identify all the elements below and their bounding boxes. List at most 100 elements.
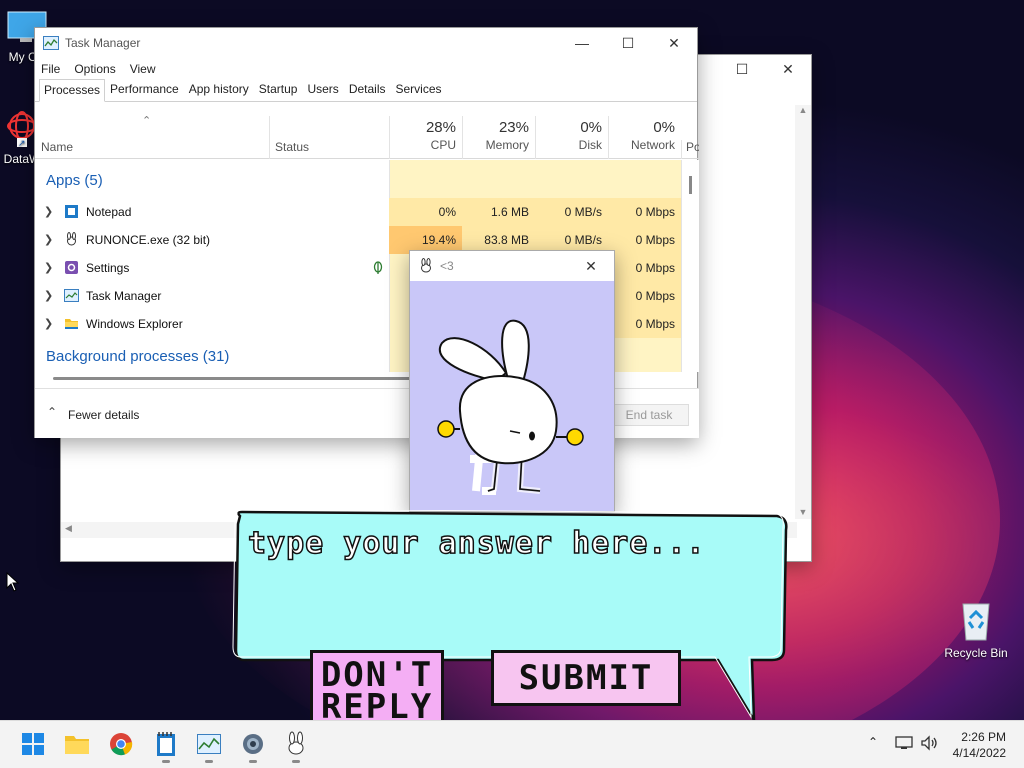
network-cell: 0 Mbps [608, 198, 681, 226]
taskbar-notepad[interactable] [153, 731, 179, 763]
chevron-right-icon[interactable]: ❯ [44, 261, 53, 274]
column-power[interactable]: Po [681, 140, 699, 159]
network-cell: 0 Mbps [608, 254, 681, 282]
column-memory[interactable]: 23% Memory [462, 116, 535, 159]
chevron-right-icon[interactable]: ❯ [44, 317, 53, 330]
task-manager-icon [197, 734, 221, 754]
bunny-icon [288, 731, 304, 755]
column-network[interactable]: 0% Network [608, 116, 681, 159]
recycle-bin-icon [962, 603, 990, 641]
answer-input[interactable]: type your answer here... [247, 525, 705, 562]
network-icon[interactable] [895, 735, 913, 751]
start-icon [22, 733, 44, 755]
vertical-scrollbar[interactable]: ▲ ▼ [795, 105, 811, 519]
notepad-icon [65, 205, 78, 218]
taskbar-file-explorer[interactable] [64, 731, 90, 757]
network-total: 0% [653, 119, 675, 136]
minimize-icon[interactable]: — [559, 28, 605, 58]
mouse-cursor-icon [6, 572, 20, 592]
process-name: Windows Explorer [86, 317, 183, 331]
maximize-icon[interactable]: ☐ [605, 28, 651, 58]
chevron-right-icon[interactable]: ❯ [44, 205, 53, 218]
end-task-button[interactable]: End task [609, 404, 689, 426]
process-name: Notepad [86, 205, 132, 219]
disk-cell: 0 MB/s [535, 198, 608, 226]
column-status[interactable]: Status [275, 140, 309, 154]
column-name[interactable]: Name [41, 140, 73, 154]
column-header: ⌃ Name Status 28% CPU 23% Memory 0% Disk… [35, 114, 699, 159]
taskbar: ⌃ 2:26 PM 4/14/2022 [0, 720, 1024, 768]
tab-performance[interactable]: Performance [105, 78, 184, 101]
taskbar-chrome[interactable] [108, 731, 134, 757]
svg-text:↗: ↗ [18, 138, 26, 148]
tab-details[interactable]: Details [344, 78, 391, 101]
process-name: Task Manager [86, 289, 162, 303]
window-title: <3 [440, 259, 454, 273]
network-cell: 0 Mbps [608, 282, 681, 310]
maximize-icon[interactable]: ☐ [719, 55, 765, 83]
settings-icon [243, 734, 263, 754]
network-cell: 0 Mbps [608, 226, 681, 254]
window-title: Task Manager [65, 36, 141, 50]
taskbar-task-manager[interactable] [196, 731, 222, 763]
menu-options[interactable]: Options [74, 62, 115, 76]
tab-app-history[interactable]: App history [184, 78, 254, 101]
notepad-icon [157, 732, 175, 756]
menu-file[interactable]: File [41, 62, 60, 76]
chevron-up-icon[interactable]: ⌃ [47, 405, 57, 419]
submit-button[interactable]: SUBMIT [491, 650, 681, 706]
table-row[interactable]: ❯ Notepad 0% 1.6 MB 0 MB/s 0 Mbps [35, 198, 699, 226]
task-manager-icon [64, 289, 79, 302]
network-cell: 0 Mbps [608, 310, 681, 338]
cpu-label: CPU [430, 138, 456, 152]
file-explorer-icon [65, 736, 89, 754]
column-cpu[interactable]: 28% CPU [389, 116, 462, 159]
bunny-icon [421, 258, 431, 273]
clock[interactable]: 2:26 PM 4/14/2022 [953, 729, 1006, 761]
group-background[interactable]: Background processes (31) [46, 348, 229, 365]
tab-processes[interactable]: Processes [39, 79, 106, 102]
fewer-details-button[interactable]: Fewer details [68, 408, 139, 422]
sort-up-icon[interactable]: ⌃ [142, 114, 151, 127]
disk-label: Disk [578, 138, 602, 152]
process-name: RUNONCE.exe (32 bit) [86, 233, 211, 247]
column-disk[interactable]: 0% Disk [535, 116, 608, 159]
scroll-up-icon[interactable]: ▲ [795, 105, 811, 115]
taskbar-bunny-app[interactable] [283, 731, 309, 763]
tab-services[interactable]: Services [391, 78, 447, 101]
title-bar[interactable]: <3 ✕ [410, 251, 614, 281]
leaf-icon [373, 261, 383, 274]
close-icon[interactable]: ✕ [651, 28, 697, 58]
vertical-scroll-thumb[interactable] [689, 176, 692, 194]
tab-users[interactable]: Users [302, 78, 343, 101]
tab-strip: Processes Performance App history Startu… [35, 78, 697, 102]
close-icon[interactable]: ✕ [765, 55, 811, 83]
desktop-icon-recycle-bin[interactable]: Recycle Bin [940, 598, 1012, 660]
cpu-cell: 0% [389, 198, 462, 226]
bunny-window[interactable]: <3 ✕ [409, 250, 615, 512]
dont-reply-button[interactable]: DON'T REPLY [310, 650, 444, 730]
chevron-up-icon[interactable]: ⌃ [868, 735, 878, 749]
tab-startup[interactable]: Startup [254, 78, 303, 101]
bunny-character-icon [437, 319, 584, 495]
clock-time: 2:26 PM [961, 730, 1006, 744]
disk-total: 0% [580, 119, 602, 136]
title-bar[interactable]: Task Manager — ☐ ✕ [35, 28, 697, 58]
cpu-total: 28% [425, 119, 456, 136]
network-label: Network [630, 138, 675, 152]
scroll-down-icon[interactable]: ▼ [795, 507, 811, 517]
group-apps[interactable]: Apps (5) [46, 172, 103, 189]
start-button[interactable] [20, 731, 46, 757]
menu-view[interactable]: View [130, 62, 156, 76]
memory-total: 23% [498, 119, 529, 136]
volume-icon[interactable] [920, 735, 938, 751]
bunny-icon [67, 232, 76, 246]
folder-icon [65, 319, 78, 329]
task-manager-icon [43, 36, 59, 50]
scroll-left-icon[interactable]: ◀ [65, 523, 72, 534]
process-name: Settings [86, 261, 130, 275]
chevron-right-icon[interactable]: ❯ [44, 289, 53, 302]
taskbar-settings[interactable] [240, 731, 266, 763]
chevron-right-icon[interactable]: ❯ [44, 233, 53, 246]
close-icon[interactable]: ✕ [568, 251, 614, 281]
